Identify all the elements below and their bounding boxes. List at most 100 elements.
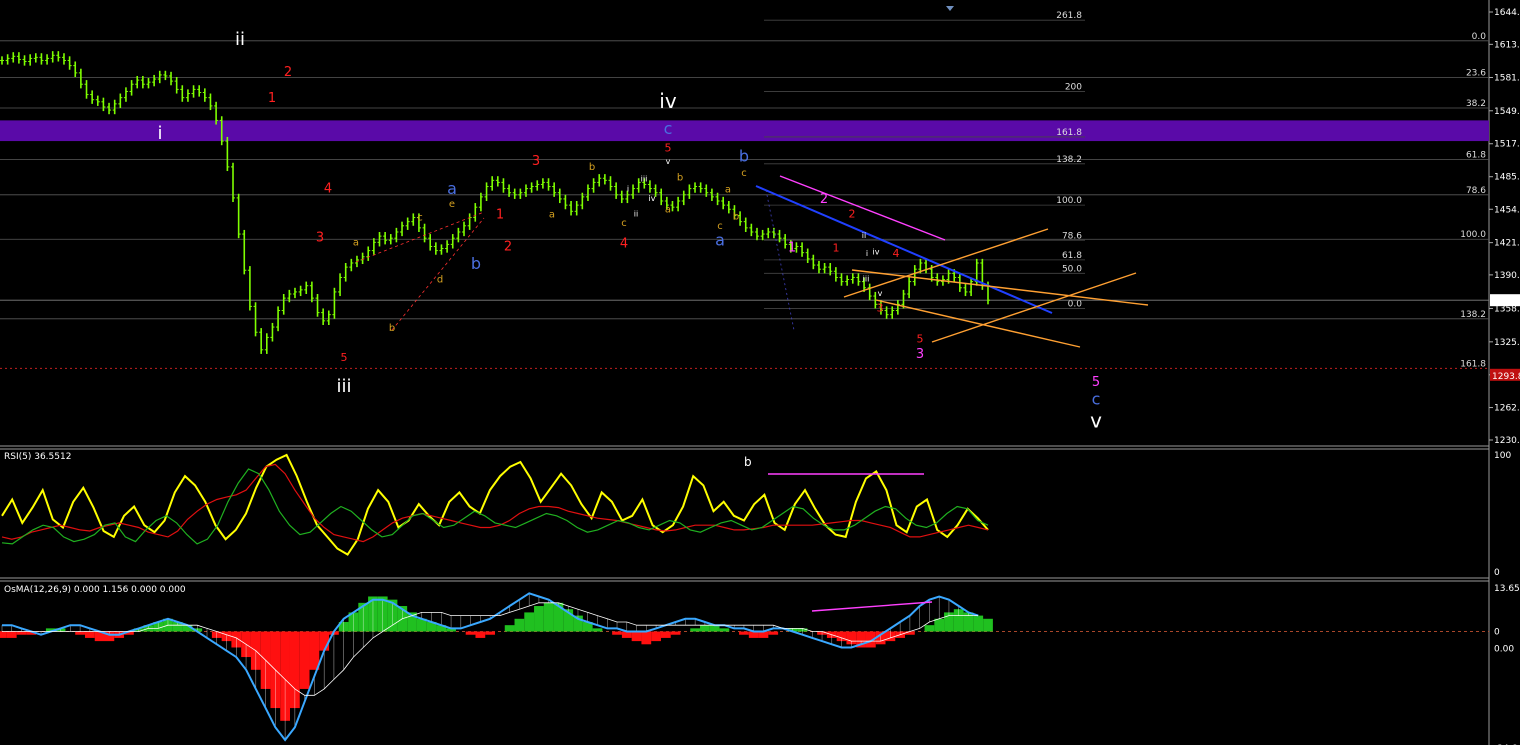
axis-tick-label: 1644.9 bbox=[1494, 8, 1520, 18]
rsi-tick-label: 0 bbox=[1494, 568, 1500, 578]
axis-tick-label: 1262.1 bbox=[1494, 404, 1520, 414]
resistance-band bbox=[0, 120, 1489, 142]
osma-bar bbox=[690, 628, 701, 632]
wave-label: c bbox=[1092, 390, 1101, 409]
wave-label: 1 bbox=[788, 241, 796, 256]
axis-tick-label: 1390.5 bbox=[1494, 271, 1520, 281]
axis-tick-label: 1549.3 bbox=[1494, 107, 1520, 117]
wave-label: a bbox=[715, 230, 725, 249]
fib-level-label: 138.2 bbox=[1460, 310, 1486, 320]
axis-tick-label: 1454.0 bbox=[1494, 205, 1520, 215]
osma-bar bbox=[983, 618, 993, 632]
wave-label: v bbox=[666, 157, 671, 166]
rsi-tick-label: 100 bbox=[1494, 451, 1511, 461]
wave-label: 1 bbox=[496, 208, 504, 223]
wave-label: e bbox=[449, 199, 455, 210]
wave-label: iv bbox=[649, 194, 656, 203]
wave-label: 4 bbox=[893, 247, 900, 260]
rsi-wave-label: b bbox=[744, 455, 752, 469]
local-fib-label: 138.2 bbox=[1056, 155, 1082, 165]
wave-label: b bbox=[589, 162, 595, 173]
wave-label: 2 bbox=[820, 192, 828, 207]
wave-label: iv bbox=[873, 248, 880, 257]
support-price-text: 1293.8 bbox=[1492, 372, 1520, 382]
osma-bar bbox=[934, 618, 945, 632]
osma-bar bbox=[299, 631, 310, 689]
wave-label: a bbox=[353, 237, 359, 248]
local-fib-label: 61.8 bbox=[1062, 251, 1082, 261]
wave-label: c bbox=[664, 119, 673, 138]
osma-bar bbox=[319, 631, 330, 651]
wave-label: 5 bbox=[1092, 375, 1100, 390]
wave-label: 5 bbox=[341, 351, 348, 364]
osma-tick-label: 0 bbox=[1494, 628, 1500, 638]
osma-bar bbox=[739, 631, 749, 635]
osma-bar bbox=[524, 612, 535, 632]
osma-bar bbox=[651, 631, 661, 642]
axis-tick-label: 1230.7 bbox=[1494, 436, 1520, 446]
osma-bar bbox=[0, 631, 7, 638]
wave-label: 2 bbox=[284, 65, 292, 80]
wave-label: b bbox=[471, 254, 481, 273]
wave-label: iii bbox=[863, 275, 870, 284]
osma-bar bbox=[514, 618, 525, 632]
wave-label: v bbox=[878, 289, 883, 298]
wave-label: d bbox=[437, 275, 443, 286]
fib-level-label: 38.2 bbox=[1466, 99, 1486, 109]
wave-label: c bbox=[621, 218, 627, 229]
local-fib-label: 200 bbox=[1065, 82, 1082, 92]
wave-label: 3 bbox=[916, 347, 924, 362]
osma-bar bbox=[631, 631, 642, 642]
osma-bar bbox=[504, 625, 515, 632]
osma-bar bbox=[612, 631, 622, 635]
axis-tick-label: 1517.4 bbox=[1494, 140, 1520, 150]
wave-label: ii bbox=[862, 231, 866, 240]
local-fib-label: 261.8 bbox=[1056, 11, 1082, 21]
osma-bar bbox=[16, 631, 27, 635]
osma-bar bbox=[543, 602, 554, 632]
osma-tick-label: 13.655 bbox=[1494, 584, 1520, 594]
local-fib-label: 78.6 bbox=[1062, 231, 1082, 241]
wave-label: 3 bbox=[532, 154, 540, 169]
osma-bar bbox=[924, 625, 935, 632]
wave-label: i bbox=[866, 249, 868, 258]
osma-bar bbox=[6, 631, 17, 638]
osma-bar bbox=[309, 631, 320, 670]
wave-label: iii bbox=[336, 376, 351, 397]
fib-level-label: 0.0 bbox=[1472, 32, 1487, 42]
osma-bar bbox=[700, 625, 710, 632]
axis-tick-label: 1485.5 bbox=[1494, 173, 1520, 183]
fib-level-label: 78.6 bbox=[1466, 186, 1486, 196]
wave-label: 3 bbox=[877, 302, 884, 315]
wave-label: c bbox=[417, 213, 423, 224]
fib-level-label: 100.0 bbox=[1460, 230, 1486, 240]
wave-label: iii bbox=[641, 174, 648, 183]
local-fib-label: 100.0 bbox=[1056, 196, 1082, 206]
wave-label: 3 bbox=[316, 230, 324, 245]
osma-bar bbox=[768, 631, 779, 635]
osma-bar bbox=[973, 615, 984, 632]
osma-bar bbox=[905, 631, 915, 635]
axis-tick-label: 1613.6 bbox=[1494, 40, 1520, 50]
wave-label: ii bbox=[634, 209, 638, 218]
osma-bar bbox=[465, 631, 476, 635]
osma-bar bbox=[534, 606, 544, 632]
wave-label: a bbox=[549, 210, 555, 221]
wave-label: ii bbox=[235, 29, 245, 50]
wave-label: a bbox=[725, 185, 731, 196]
osma-bar bbox=[660, 631, 671, 638]
fib-level-label: 23.6 bbox=[1466, 69, 1486, 79]
wave-label: 4 bbox=[324, 182, 332, 197]
osma-bar bbox=[641, 631, 652, 645]
axis-tick-label: 1581.5 bbox=[1494, 74, 1520, 84]
local-fib-label: 0.0 bbox=[1068, 299, 1083, 309]
osma-title: OsMA(12,26,9) 0.000 1.156 0.000 0.000 bbox=[4, 585, 186, 595]
wave-label: b bbox=[389, 323, 395, 334]
rsi-title: RSI(5) 36.5512 bbox=[4, 452, 71, 462]
osma-bar bbox=[75, 631, 85, 635]
osma-bar bbox=[84, 631, 95, 638]
local-fib-label: 50.0 bbox=[1062, 264, 1082, 274]
chart-canvas: 0.023.638.261.878.6100.0138.2161.8261.82… bbox=[0, 0, 1520, 745]
wave-label: iv bbox=[659, 89, 677, 113]
current-price-text: 1366.0 bbox=[1492, 297, 1520, 307]
